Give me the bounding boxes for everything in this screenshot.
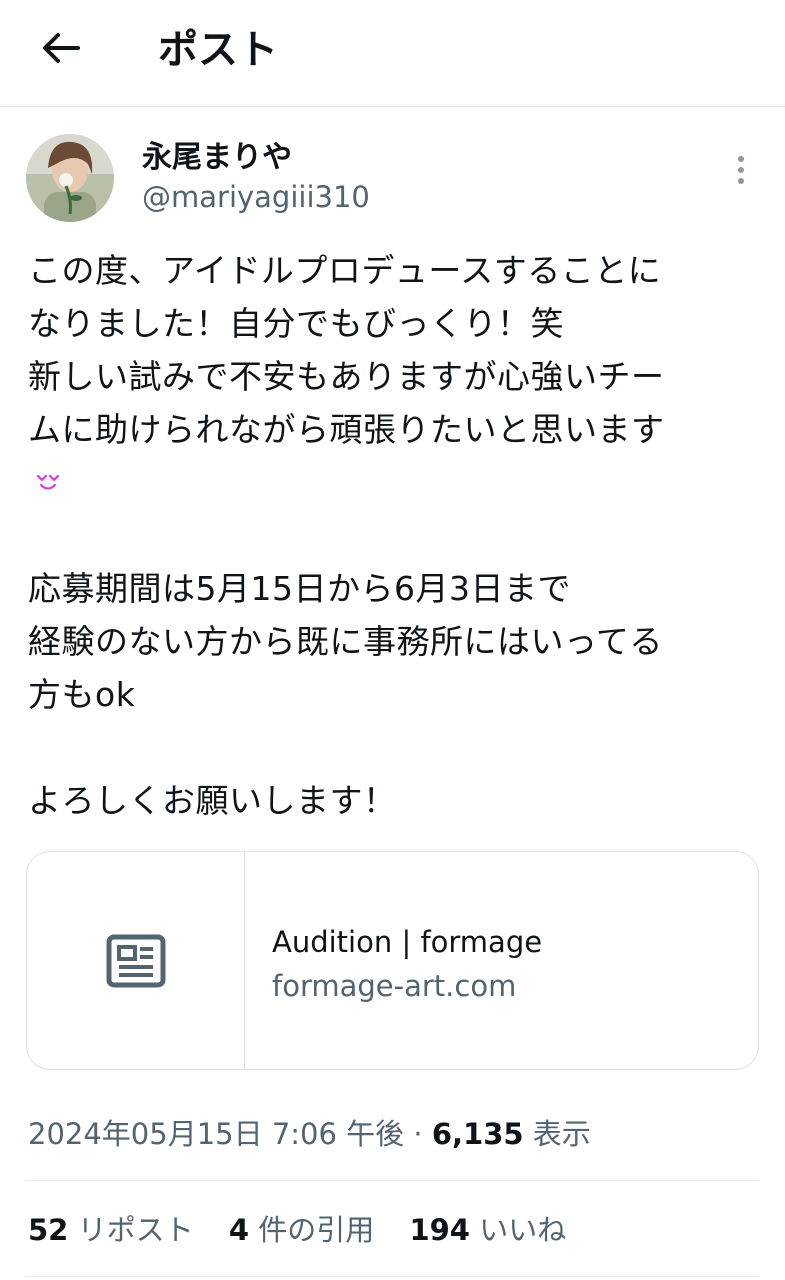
post-text-line: ムに助けられながら頑張りたいと思います — [28, 410, 665, 449]
post-text-line: なりました！自分でもびっくり！笑 — [28, 304, 564, 343]
post-author: 永尾まりや @mariyagiii310 — [26, 134, 766, 224]
post-timestamp[interactable]: 2024年05月15日 7:06 午後 — [28, 1117, 404, 1151]
reposts-label: リポスト — [77, 1213, 194, 1247]
quotes-count: 4 — [228, 1213, 249, 1247]
post-text-line: 経験のない方から既に事務所にはいってる — [28, 622, 663, 661]
back-button[interactable] — [36, 26, 84, 70]
engagement-stats: 52 リポスト 4 件の引用 194 いいね — [28, 1208, 592, 1252]
avatar-photo — [26, 134, 114, 222]
smiling-face-icon — [36, 474, 60, 490]
quotes-label: 件の引用 — [258, 1213, 375, 1247]
likes-label: いいね — [479, 1213, 567, 1247]
link-card-domain: formage-art.com — [272, 969, 517, 1003]
reposts-count: 52 — [28, 1213, 69, 1247]
post-text-line: 応募期間は5月15日から6月3日まで — [28, 569, 571, 608]
link-preview-card[interactable]: Audition | formage formage-art.com — [26, 851, 759, 1070]
post-text-line: よろしくお願いします！ — [28, 781, 397, 820]
post-text-line: この度、アイドルプロデュースすることに — [28, 251, 662, 290]
news-article-icon — [106, 934, 165, 987]
post-body: この度、アイドルプロデュースすることに なりました！自分でもびっくり！笑 新しい… — [28, 244, 768, 827]
more-vertical-icon — [738, 156, 744, 184]
view-count: 6,135 — [431, 1117, 524, 1151]
more-options-button[interactable] — [726, 148, 756, 192]
post-metadata: 2024年05月15日 7:06 午後 · 6,135 表示 — [28, 1112, 591, 1156]
author-display-name[interactable]: 永尾まりや — [142, 138, 292, 178]
link-card-title: Audition | formage — [272, 925, 543, 959]
reposts-stat[interactable]: 52 リポスト — [28, 1208, 194, 1252]
page-title: ポスト — [158, 27, 278, 73]
view-count-label: 表示 — [532, 1117, 591, 1151]
emoji-line — [28, 456, 768, 509]
author-handle[interactable]: @mariyagiii310 — [142, 178, 370, 216]
divider — [26, 1276, 759, 1277]
likes-stat[interactable]: 194 いいね — [409, 1208, 566, 1252]
link-card-thumbnail — [27, 852, 245, 1069]
meta-separator: · — [413, 1117, 423, 1151]
top-bar: ポスト — [0, 0, 785, 107]
divider — [26, 1180, 759, 1181]
post-text-line: 方もok — [28, 675, 136, 714]
quotes-stat[interactable]: 4 件の引用 — [229, 1208, 374, 1252]
arrow-left-icon — [43, 33, 80, 63]
post-text-line: 新しい試みで不安もありますが心強いチー — [28, 357, 665, 396]
likes-count: 194 — [409, 1213, 470, 1247]
avatar[interactable] — [26, 134, 114, 222]
